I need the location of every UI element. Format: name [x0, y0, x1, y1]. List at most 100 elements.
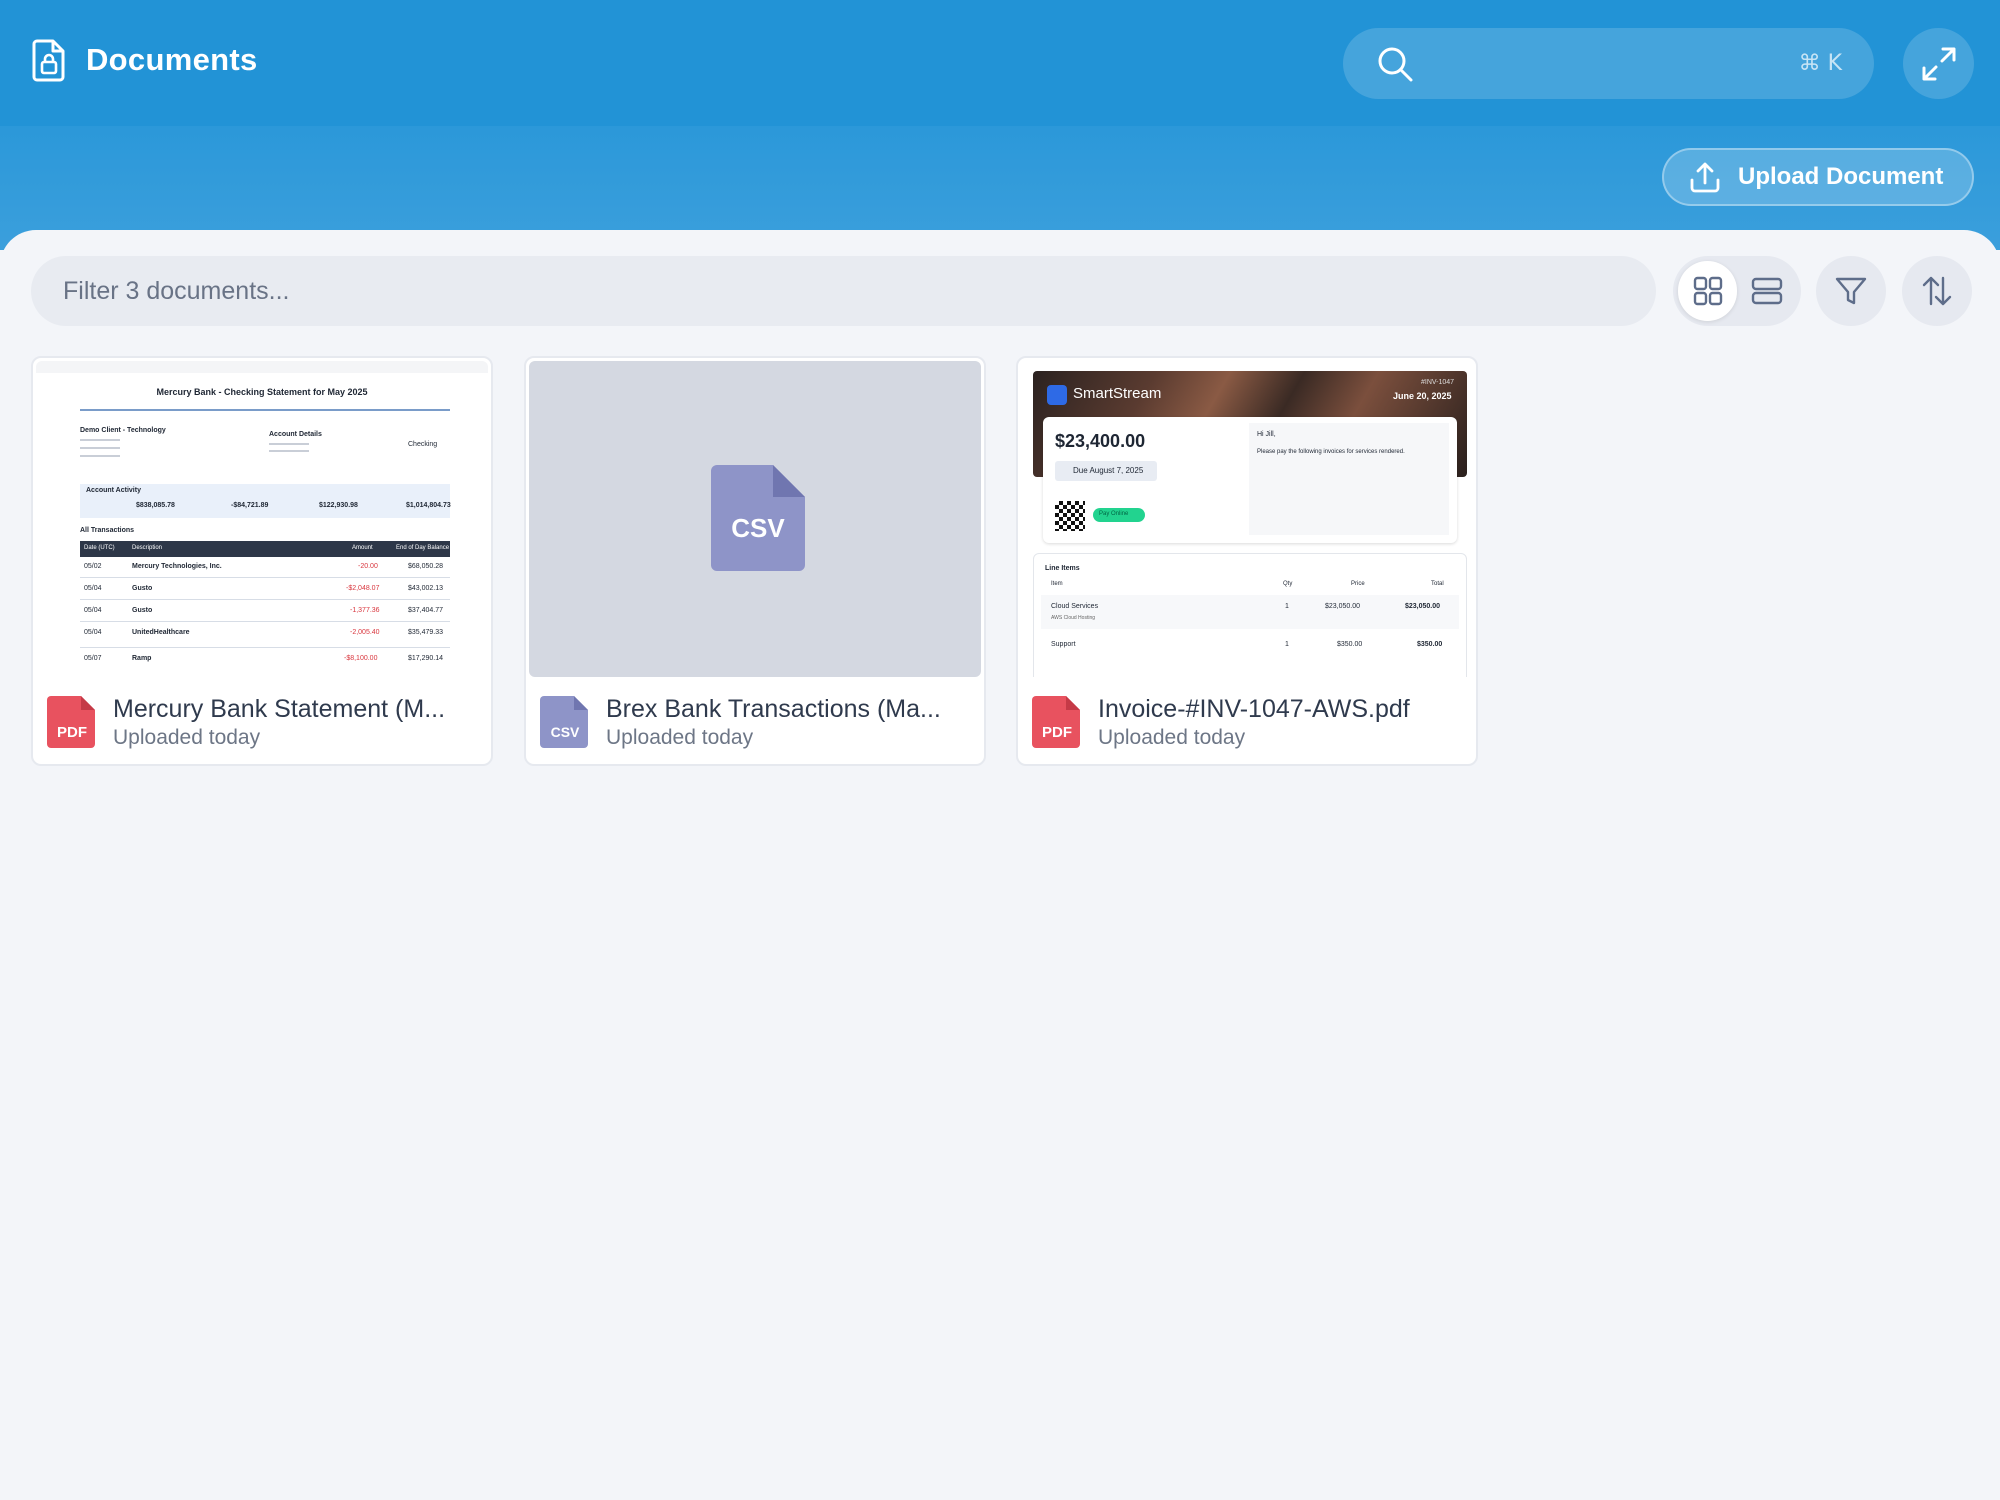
qr-code-icon — [1055, 501, 1085, 531]
preview-col-description: Description — [132, 545, 163, 551]
file-type-label: PDF — [57, 724, 87, 741]
invoice-line-items-label: Line Items — [1045, 565, 1080, 572]
document-card-footer: CSV Brex Bank Transactions (Ma... Upload… — [526, 678, 984, 764]
smartstream-logo-icon — [1047, 385, 1067, 405]
page-title: Documents — [86, 42, 258, 77]
list-view-button[interactable] — [1737, 261, 1796, 321]
document-lock-icon — [32, 39, 65, 82]
invoice-item-qty: 1 — [1285, 603, 1289, 610]
pdf-file-icon: PDF — [47, 696, 95, 748]
invoice-brand: SmartStream — [1073, 385, 1162, 402]
document-info: Mercury Bank Statement (M... Uploaded to… — [113, 695, 445, 750]
invoice-item-qty: 1 — [1285, 641, 1289, 648]
invoice-item-total: $350.00 — [1417, 641, 1443, 648]
document-card-footer: PDF Invoice-#INV-1047-AWS.pdf Uploaded t… — [1018, 678, 1476, 764]
preview-activity-label: Account Activity — [86, 487, 141, 494]
invoice-item-price: $23,050.00 — [1325, 603, 1361, 610]
document-upload-meta: Uploaded today — [113, 725, 261, 749]
preview-row-balance: $37,404.77 — [408, 607, 444, 614]
invoice-number: #INV-1047 — [1421, 379, 1455, 386]
preview-row-amount: -2,005.40 — [350, 629, 380, 636]
search-icon — [1378, 47, 1413, 81]
preview-row-amount: -20.00 — [358, 563, 378, 570]
sort-button[interactable] — [1902, 256, 1972, 326]
search-input[interactable] — [1433, 50, 1799, 77]
invoice-col-price: Price — [1351, 581, 1365, 587]
preview-deposits: $122,930.98 — [319, 502, 358, 509]
filter-button[interactable] — [1816, 256, 1886, 326]
documents-panel: Mercury Bank - Checking Statement for Ma… — [0, 230, 2000, 1500]
preview-row-balance: $68,050.28 — [408, 563, 444, 570]
preview-row-amount: -1,377.36 — [350, 607, 380, 614]
filter-input[interactable] — [63, 276, 1624, 306]
invoice-pay-badge: Pay Online — [1099, 511, 1129, 517]
preview-row-description: UnitedHealthcare — [132, 629, 190, 636]
invoice-item-name: Cloud Services — [1051, 603, 1099, 610]
document-info: Brex Bank Transactions (Ma... Uploaded t… — [606, 695, 941, 750]
invoice-item-price: $350.00 — [1337, 641, 1363, 648]
expand-button[interactable] — [1903, 28, 1974, 99]
preview-row-description: Mercury Technologies, Inc. — [132, 563, 222, 570]
document-card[interactable]: CSV CSV Brex Bank Transactions (Ma... Up… — [524, 356, 986, 766]
preview-row-date: 05/04 — [84, 607, 102, 614]
upload-icon — [1690, 162, 1720, 193]
invoice-item-total: $23,050.00 — [1405, 603, 1441, 610]
view-mode-toggle — [1673, 256, 1801, 326]
preview-row-date: 05/04 — [84, 629, 102, 636]
sort-icon — [1922, 276, 1952, 306]
csv-file-icon: CSV — [711, 465, 805, 571]
grid-view-button[interactable] — [1678, 261, 1737, 321]
preview-col-balance: End of Day Balance — [396, 545, 450, 551]
preview-row-date: 05/02 — [84, 563, 102, 570]
preview-client: Demo Client - Technology — [80, 427, 166, 434]
preview-row-amount: -$8,100.00 — [344, 655, 378, 662]
file-type-label: PDF — [1042, 724, 1072, 741]
csv-preview-label: CSV — [731, 513, 785, 543]
preview-col-amount: Amount — [352, 545, 373, 551]
preview-account-details: Account Details — [269, 431, 322, 438]
upload-document-button[interactable]: Upload Document — [1662, 148, 1974, 206]
document-preview: CSV — [529, 361, 981, 677]
search-bar[interactable]: ⌘ K — [1343, 28, 1874, 99]
app-header: Documents ⌘ K Upload Document — [0, 0, 2000, 250]
preview-row-description: Ramp — [132, 655, 152, 662]
preview-transactions-label: All Transactions — [80, 527, 135, 534]
preview-col-date: Date (UTC) — [84, 545, 115, 551]
filter-bar[interactable] — [31, 256, 1656, 326]
filter-icon — [1835, 277, 1867, 305]
invoice-item-name: Support — [1051, 641, 1076, 648]
document-name: Invoice-#INV-1047-AWS.pdf — [1098, 694, 1410, 723]
preview-row-date: 05/07 — [84, 655, 102, 662]
document-card[interactable]: SmartStream #INV-1047 June 20, 2025 $23,… — [1016, 356, 1478, 766]
preview-row-balance: $35,479.33 — [408, 629, 444, 636]
csv-file-icon: CSV — [540, 696, 588, 748]
preview-title: Mercury Bank - Checking Statement for Ma… — [156, 387, 368, 397]
document-info: Invoice-#INV-1047-AWS.pdf Uploaded today — [1098, 695, 1410, 750]
file-type-label: CSV — [551, 724, 580, 740]
upload-document-label: Upload Document — [1738, 163, 1944, 190]
preview-row-date: 05/04 — [84, 585, 102, 592]
list-view-icon — [1751, 277, 1782, 305]
document-preview: Mercury Bank - Checking Statement for Ma… — [36, 361, 488, 677]
invoice-item-sub: AWS Cloud Hosting — [1051, 615, 1095, 621]
invoice-date: June 20, 2025 — [1393, 391, 1452, 401]
preview-account-type: Checking — [408, 441, 438, 448]
invoice-col-qty: Qty — [1283, 581, 1293, 587]
preview-row-amount: -$2,048.07 — [346, 585, 380, 592]
preview-row-balance: $43,002.13 — [408, 585, 444, 592]
expand-icon — [1922, 47, 1955, 80]
invoice-greeting: Hi Jill, — [1257, 431, 1276, 438]
document-upload-meta: Uploaded today — [606, 725, 754, 749]
document-preview: SmartStream #INV-1047 June 20, 2025 $23,… — [1021, 361, 1473, 677]
document-name: Mercury Bank Statement (M... — [113, 694, 446, 723]
search-shortcut-hint: ⌘ K — [1798, 51, 1842, 76]
pdf-file-icon: PDF — [1032, 696, 1080, 748]
preview-row-balance: $17,290.14 — [408, 655, 444, 662]
preview-ending: $1,014,804.73 — [406, 502, 451, 509]
preview-beginning: $838,085.78 — [136, 502, 175, 509]
document-name: Brex Bank Transactions (Ma... — [606, 694, 941, 723]
header-title-group: Documents — [30, 38, 258, 82]
preview-row-description: Gusto — [132, 607, 153, 614]
document-card[interactable]: Mercury Bank - Checking Statement for Ma… — [31, 356, 493, 766]
invoice-amount: $23,400.00 — [1055, 431, 1146, 451]
